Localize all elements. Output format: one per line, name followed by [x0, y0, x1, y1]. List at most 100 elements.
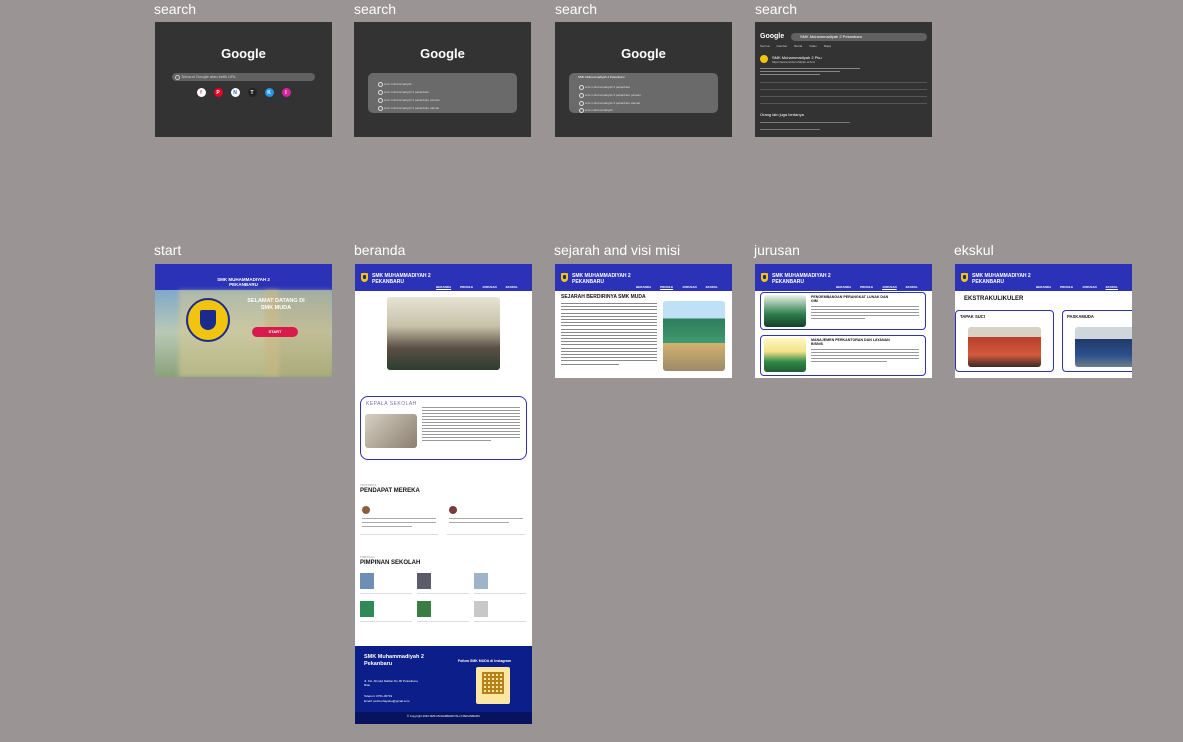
- question-item[interactable]: [760, 129, 820, 130]
- nav-ekskul[interactable]: EKSKUL: [706, 285, 718, 289]
- google-logo: Google: [621, 46, 666, 61]
- frame-label-sejarah: sejarah and visi misi: [554, 242, 681, 258]
- question-item[interactable]: [760, 122, 850, 123]
- sitelinks: [760, 82, 927, 104]
- instagram-qr-icon[interactable]: [476, 667, 510, 704]
- suggestion-dropdown[interactable]: SMK Muhammadiyah 2 Pekanbaru smk muhamma…: [569, 73, 718, 113]
- beranda-frame[interactable]: SMK MUHAMMADIYAH 2 PEKANBARU BERANDA PROF…: [355, 264, 532, 724]
- suggestion-item[interactable]: smk muhammadiyah: [378, 82, 412, 87]
- nav-beranda[interactable]: BERANDA: [436, 285, 451, 289]
- suggestion-item[interactable]: smk muhammadiyah 2 pekanbaru alamat: [579, 101, 640, 106]
- tab-news[interactable]: Berita: [794, 44, 802, 48]
- ekskul-card-paskamuda[interactable]: PASKAMUDA: [1062, 310, 1132, 372]
- kepsek-card: KEPALA SEKOLAH: [360, 396, 527, 460]
- search-frame-results[interactable]: Google SMK Muhammadiyah 2 Pekanbaru Semu…: [755, 22, 932, 137]
- search-frame-home[interactable]: Google Telusuri Google atau ketik URL f …: [155, 22, 332, 137]
- frame-label-ekskul: ekskul: [954, 242, 994, 258]
- tiktok-icon[interactable]: T: [247, 88, 257, 97]
- suggestion-item[interactable]: smk muhammadiyah 2 pekanbaru jurusan: [579, 93, 641, 98]
- ekskul-title: EKSTRAKULIKULER: [964, 296, 1024, 302]
- jurusan-title-mplb: MANAJEMEN PERKANTORAN DAN LAYANAN BISNIS: [811, 338, 890, 347]
- footer-site-name: SMK Muhammadiyah 2 Pekanbaru: [364, 654, 424, 667]
- app-shortcut-icon[interactable]: K: [264, 88, 274, 97]
- instagram-icon[interactable]: I: [281, 88, 291, 97]
- search-frame-typed[interactable]: Google SMK Muhammadiyah 2 Pekanbaru smk …: [555, 22, 732, 137]
- jurusan-card-pplg[interactable]: PENGEMBANGAN PERANGKAT LUNAK DAN GIM: [760, 292, 926, 330]
- tab-images[interactable]: Gambar: [777, 44, 788, 48]
- avatar: [360, 573, 374, 589]
- app-shortcut-icon[interactable]: f: [196, 88, 206, 97]
- suggestion-item[interactable]: smk muhammadiyah 2 pekanbaru: [579, 85, 630, 90]
- hero-photo: [387, 297, 500, 370]
- testimoni-title: PENDAPAT MEREKA: [360, 488, 420, 494]
- history-icon: [579, 85, 584, 90]
- history-icon: [378, 82, 383, 87]
- suggestion-item[interactable]: smk muhammadiyah: [579, 108, 613, 113]
- footer-address: Jl. KH. Ahmad Dahlan No.90 Pekanbaru, Ri…: [364, 679, 419, 687]
- footer-follow: Follow SMK MUDA di Instagram: [458, 659, 511, 663]
- suggestion-item[interactable]: smk muhammadiyah 2 pekanbaru jurusan: [378, 98, 440, 103]
- jurusan-desc: [811, 349, 919, 362]
- start-button[interactable]: START: [252, 327, 298, 337]
- frame-label-search-2: search: [354, 1, 397, 17]
- site-header: SMK MUHAMMADIYAH 2 PEKANBARU BERANDA PROF…: [555, 264, 732, 291]
- tab-all[interactable]: Semua: [760, 44, 770, 48]
- search-query[interactable]: SMK Muhammadiyah 2 Pekanbaru: [578, 75, 625, 79]
- nav-jurusan[interactable]: JURUSAN: [482, 285, 497, 289]
- site-footer: SMK Muhammadiyah 2 Pekanbaru Follow SMK M…: [355, 646, 532, 724]
- frame-label-search-1: search: [154, 1, 197, 17]
- nav-ekskul[interactable]: EKSKUL: [1106, 285, 1118, 289]
- tab-videos[interactable]: Video: [809, 44, 817, 48]
- pimpinan-kicker: PIMPINAN: [360, 555, 375, 559]
- nav-beranda[interactable]: BERANDA: [636, 285, 651, 289]
- tab-maps[interactable]: Maps: [824, 44, 831, 48]
- sejarah-frame[interactable]: SMK MUHAMMADIYAH 2 PEKANBARU BERANDA PROF…: [555, 264, 732, 378]
- nav-profile[interactable]: PROFILE: [460, 285, 473, 289]
- school-logo-icon: [186, 298, 230, 342]
- google-logo: Google: [221, 46, 266, 61]
- ekskul-photo: [1075, 327, 1132, 367]
- ekskul-card-tapak-suci[interactable]: TAPAK SUCI: [955, 310, 1054, 372]
- nav-profile[interactable]: PROFILE: [660, 285, 673, 289]
- start-frame[interactable]: SMK MUHAMMADIYAH 2 PEKANBARU SELAMAT DATA…: [155, 264, 332, 377]
- nav-beranda[interactable]: BERANDA: [836, 285, 851, 289]
- pimpinan-card: [360, 601, 412, 622]
- google-logo: Google: [420, 46, 465, 61]
- suggestion-item[interactable]: smk muhammadiyah 2 pekanbaru: [378, 90, 429, 95]
- testimoni-card: [447, 504, 525, 535]
- jurusan-frame[interactable]: SMK MUHAMMADIYAH 2 PEKANBARU BERANDA PROF…: [755, 264, 932, 378]
- nav-ekskul[interactable]: EKSKUL: [506, 285, 518, 289]
- search-icon: [175, 75, 180, 80]
- jurusan-title-pplg: PENGEMBANGAN PERANGKAT LUNAK DAN GIM: [811, 295, 889, 304]
- ekskul-frame[interactable]: SMK MUHAMMADIYAH 2 PEKANBARU BERANDA PROF…: [955, 264, 1132, 378]
- jurusan-card-mplb[interactable]: MANAJEMEN PERKANTORAN DAN LAYANAN BISNIS: [760, 335, 926, 376]
- site-name: SMK MUHAMMADIYAH 2 PEKANBARU: [572, 273, 631, 285]
- nav-profile[interactable]: PROFILE: [860, 285, 873, 289]
- footer-email[interactable]: Email: smkmuhapeku@gmail.com: [364, 699, 409, 703]
- search-frame-dropdown[interactable]: Google smk muhammadiyah smk muhammadiyah…: [354, 22, 531, 137]
- search-input[interactable]: SMK Muhammadiyah 2 Pekanbaru: [791, 33, 927, 41]
- search-input[interactable]: Telusuri Google atau ketik URL: [172, 73, 315, 81]
- school-logo-icon: [961, 273, 968, 282]
- nav-profile[interactable]: PROFILE: [1060, 285, 1073, 289]
- frame-label-search-3: search: [555, 1, 598, 17]
- pinterest-icon[interactable]: P: [213, 88, 223, 97]
- frame-label-start: start: [154, 242, 182, 258]
- nav-jurusan[interactable]: JURUSAN: [682, 285, 697, 289]
- testimoni-card: [360, 504, 438, 535]
- nav-ekskul[interactable]: EKSKUL: [906, 285, 918, 289]
- history-icon: [378, 98, 383, 103]
- nav-beranda[interactable]: BERANDA: [1036, 285, 1051, 289]
- app-shortcut-icon[interactable]: N: [230, 88, 240, 97]
- ekskul-name: TAPAK SUCI: [960, 314, 985, 319]
- nav-jurusan[interactable]: JURUSAN: [1082, 285, 1097, 289]
- ekskul-photo: [968, 327, 1041, 367]
- suggestion-dropdown[interactable]: smk muhammadiyah smk muhammadiyah 2 peka…: [368, 73, 517, 113]
- nav-jurusan[interactable]: JURUSAN: [882, 285, 897, 289]
- school-building-photo: [663, 301, 725, 371]
- history-icon: [579, 93, 584, 98]
- jurusan-photo: [764, 338, 806, 372]
- welcome-text: SELAMAT DATANG DI SMK MUDA: [247, 298, 305, 311]
- suggestion-item[interactable]: smk muhammadiyah 2 pekanbaru alamat: [378, 106, 439, 111]
- pimpinan-grid: [360, 573, 528, 622]
